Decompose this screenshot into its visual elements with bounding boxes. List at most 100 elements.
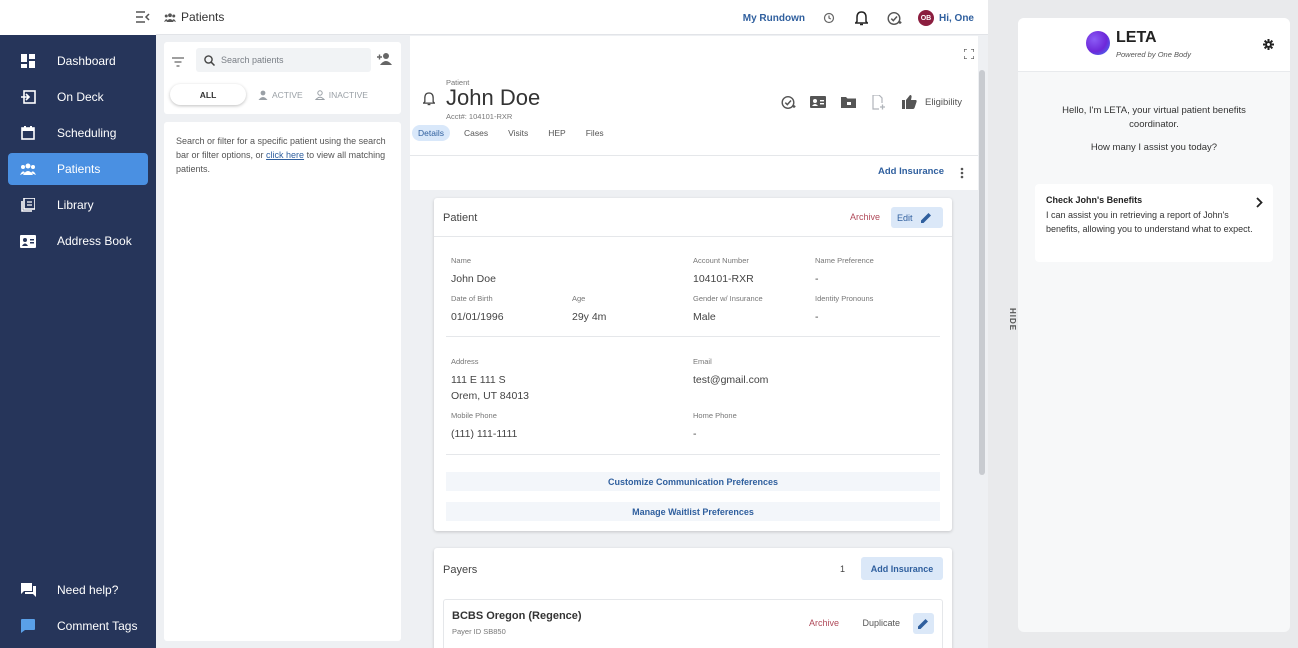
sidebar-item-need-help[interactable]: Need help? bbox=[8, 574, 148, 606]
sidebar-item-comment-tags[interactable]: Comment Tags bbox=[8, 610, 148, 642]
patient-header: Patient John Doe Acct#: 104101-RXR Eligi… bbox=[410, 36, 978, 190]
bell-icon[interactable] bbox=[852, 8, 872, 28]
waitlist-preferences-button[interactable]: Manage Waitlist Preferences bbox=[446, 502, 940, 521]
sidebar-nav: Dashboard On Deck Scheduling Patients Li… bbox=[0, 35, 156, 257]
pencil-icon bbox=[920, 212, 932, 223]
payer-id: Payer ID SB850 bbox=[452, 627, 506, 636]
user-greeting[interactable]: Hi, One bbox=[939, 13, 974, 24]
filter-inactive-label: INACTIVE bbox=[328, 89, 368, 100]
payer-count: 1 bbox=[839, 563, 845, 574]
archive-button[interactable]: Archive bbox=[850, 212, 880, 222]
id-card-icon[interactable] bbox=[808, 92, 828, 112]
search-input[interactable] bbox=[221, 55, 361, 65]
sidebar-item-patients[interactable]: Patients bbox=[8, 153, 148, 185]
field-name-preference: Name Preference - bbox=[815, 256, 874, 287]
dashboard-icon bbox=[20, 53, 36, 69]
field-label: Address bbox=[451, 357, 479, 366]
add-document-icon[interactable] bbox=[868, 92, 888, 112]
tab-files[interactable]: Files bbox=[580, 125, 610, 141]
history-icon[interactable] bbox=[819, 8, 839, 28]
patient-search-panel: ALL ACTIVE INACTIVE bbox=[164, 42, 401, 114]
payer-archive-button[interactable]: Archive bbox=[809, 618, 839, 628]
field-value: test@gmail.com bbox=[693, 374, 769, 386]
my-rundown-link[interactable]: My Rundown bbox=[743, 13, 805, 24]
pencil-icon bbox=[918, 618, 929, 629]
payer-edit-button[interactable] bbox=[913, 613, 934, 634]
field-label: Email bbox=[693, 357, 712, 366]
field-account-number: Account Number 104101-RXR bbox=[693, 256, 754, 287]
scrollbar[interactable] bbox=[979, 70, 985, 475]
patient-detail: Patient John Doe Acct#: 104101-RXR Eligi… bbox=[410, 36, 988, 648]
field-value: John Doe bbox=[451, 273, 496, 285]
leta-logo-icon bbox=[1086, 31, 1110, 55]
divider bbox=[434, 236, 952, 237]
field-value: - bbox=[693, 428, 697, 440]
more-options-icon[interactable] bbox=[960, 166, 964, 184]
field-label: Identity Pronouns bbox=[815, 294, 874, 303]
tab-hep[interactable]: HEP bbox=[542, 125, 571, 141]
filter-active-label: ACTIVE bbox=[272, 89, 303, 100]
filter-inactive[interactable]: INACTIVE bbox=[314, 89, 368, 100]
edit-button[interactable]: Edit bbox=[891, 207, 943, 228]
leta-assistant: LETA Powered by One Body Hello, I'm LETA… bbox=[1018, 18, 1290, 632]
sidebar: Dashboard On Deck Scheduling Patients Li… bbox=[0, 0, 156, 648]
avatar[interactable]: OB bbox=[917, 10, 934, 26]
sidebar-item-address-book[interactable]: Address Book bbox=[8, 225, 148, 257]
hide-panel-toggle[interactable]: HIDE bbox=[1008, 308, 1017, 331]
breadcrumb: Patients bbox=[164, 10, 224, 24]
folder-icon[interactable] bbox=[838, 92, 858, 112]
filter-icon[interactable] bbox=[172, 54, 184, 72]
benefit-card-title: Check John's Benefits bbox=[1046, 195, 1143, 205]
field-value: (111) 111-1111 bbox=[451, 428, 518, 440]
task-check-icon[interactable] bbox=[885, 8, 905, 28]
sidebar-item-scheduling[interactable]: Scheduling bbox=[8, 117, 148, 149]
eligibility-button[interactable]: Eligibility bbox=[902, 95, 962, 109]
field-gender: Gender w/ Insurance Male bbox=[693, 294, 763, 325]
tab-details[interactable]: Details bbox=[412, 125, 450, 141]
divider bbox=[446, 454, 940, 455]
tab-visits[interactable]: Visits bbox=[502, 125, 534, 141]
add-insurance-button[interactable]: Add Insurance bbox=[861, 557, 943, 580]
search-help: Search or filter for a specific patient … bbox=[164, 122, 401, 641]
leta-subtitle: Powered by One Body bbox=[1116, 50, 1192, 59]
filter-all[interactable]: ALL bbox=[170, 84, 246, 105]
check-benefits-card[interactable]: Check John's Benefits I can assist you i… bbox=[1035, 184, 1273, 262]
edit-label: Edit bbox=[897, 212, 913, 223]
sidebar-item-label: Dashboard bbox=[57, 54, 116, 68]
communication-preferences-button[interactable]: Customize Communication Preferences bbox=[446, 472, 940, 491]
notification-bell-icon[interactable] bbox=[421, 92, 437, 111]
person-icon bbox=[258, 90, 268, 100]
view-all-link[interactable]: click here bbox=[266, 150, 304, 160]
field-label: Gender w/ Insurance bbox=[693, 294, 763, 303]
search-icon bbox=[204, 54, 215, 66]
tab-cases[interactable]: Cases bbox=[458, 125, 494, 141]
sidebar-item-dashboard[interactable]: Dashboard bbox=[8, 45, 148, 77]
field-value: 29y 4m bbox=[572, 311, 607, 323]
payers-title: Payers bbox=[443, 564, 478, 576]
field-value: 111 E 111 S Orem, UT 84013 bbox=[451, 372, 529, 404]
payer-duplicate-button[interactable]: Duplicate bbox=[862, 618, 900, 628]
payer-row: BCBS Oregon (Regence) Payer ID SB850 Arc… bbox=[443, 599, 943, 648]
eligibility-label: Eligibility bbox=[925, 96, 962, 108]
gear-icon[interactable] bbox=[1263, 37, 1274, 55]
patient-acct: Acct#: 104101-RXR bbox=[446, 112, 513, 121]
sidebar-item-label: Comment Tags bbox=[57, 619, 138, 633]
search-field bbox=[196, 48, 371, 72]
task-check-icon[interactable] bbox=[778, 92, 798, 112]
page-title: Patients bbox=[181, 10, 225, 24]
add-insurance-link[interactable]: Add Insurance bbox=[878, 166, 944, 177]
collapse-menu-icon[interactable] bbox=[136, 10, 150, 28]
filter-active[interactable]: ACTIVE bbox=[258, 90, 303, 100]
on-deck-icon bbox=[20, 89, 36, 105]
add-patient-icon[interactable] bbox=[377, 52, 393, 70]
field-age: Age 29y 4m bbox=[572, 294, 606, 325]
field-address: Address 111 E 111 S Orem, UT 84013 bbox=[451, 357, 529, 404]
fullscreen-icon[interactable] bbox=[963, 46, 975, 64]
sidebar-item-library[interactable]: Library bbox=[8, 189, 148, 221]
field-name: Name John Doe bbox=[451, 256, 496, 287]
field-email: Email test@gmail.com bbox=[693, 357, 768, 388]
field-mobile-phone: Mobile Phone (111) 111-1111 bbox=[451, 411, 517, 442]
sidebar-item-on-deck[interactable]: On Deck bbox=[8, 81, 148, 113]
field-value: - bbox=[815, 273, 819, 285]
field-label: Account Number bbox=[693, 256, 749, 265]
